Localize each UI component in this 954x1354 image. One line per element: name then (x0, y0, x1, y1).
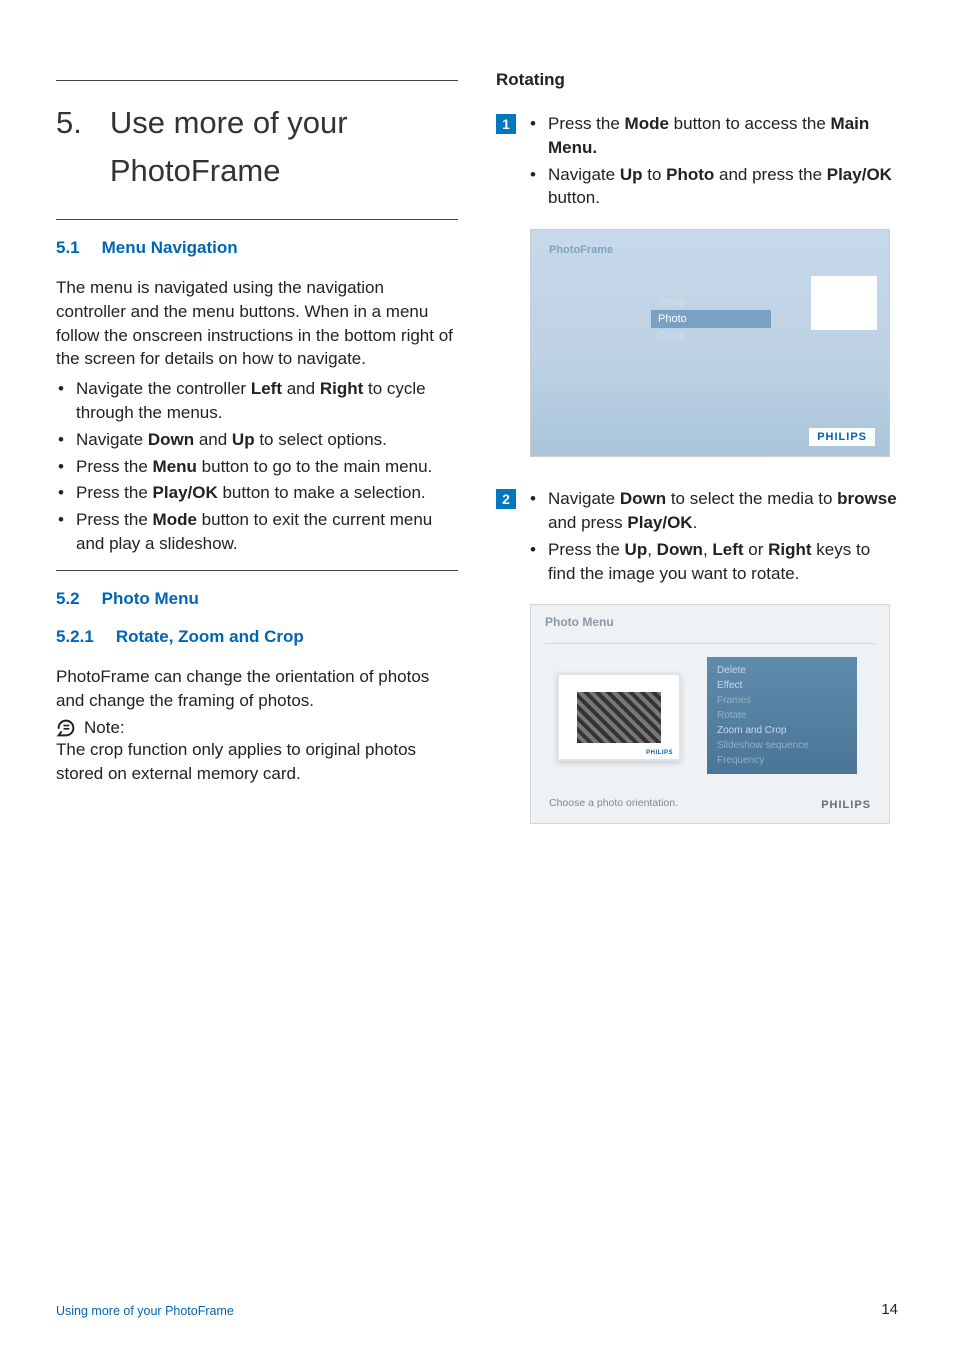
ss1-menu-setup: Setup (651, 294, 771, 310)
chapter-title: Use more of your PhotoFrame (110, 99, 458, 195)
step-2-bullets: Navigate Down to select the media to bro… (528, 487, 898, 588)
footer-section-title: Using more of your PhotoFrame (56, 1304, 234, 1318)
step-2-bullet-2: Press the Up, Down, Left or Right keys t… (528, 538, 898, 586)
rule-5-2 (56, 570, 458, 571)
ss2-menu-rotate: Rotate (707, 708, 857, 723)
ss2-hint: Choose a photo orientation. (549, 797, 678, 809)
footer-page-number: 14 (881, 1301, 898, 1318)
bullet-5-1-2: Navigate Down and Up to select options. (56, 428, 458, 452)
ss2-thumb-brand: PHILIPS (644, 750, 675, 756)
section-5-1-title: Menu Navigation (102, 238, 238, 258)
rule-top-left (56, 80, 458, 81)
step-1: 1 Press the Mode button to access the Ma… (496, 112, 898, 213)
rotating-heading: Rotating (496, 70, 898, 90)
step-1-bullet-1: Press the Mode button to access the Main… (528, 112, 898, 160)
chapter-heading: 5. Use more of your PhotoFrame (56, 99, 458, 195)
chapter-title-l1: Use more of your (110, 105, 348, 140)
ss1-logo: PHILIPS (809, 428, 875, 446)
step-2-marker: 2 (496, 489, 516, 509)
ss2-logo: PHILIPS (821, 799, 871, 811)
ss2-menu-delete: Delete (707, 663, 857, 678)
ss2-thumbnail-image (577, 692, 661, 742)
note-line: Note: (56, 718, 458, 738)
section-5-1-bullets: Navigate the controller Left and Right t… (56, 377, 458, 556)
ss2-title: Photo Menu (545, 615, 875, 629)
section-5-2-1-title: Rotate, Zoom and Crop (116, 627, 304, 647)
ss2-menu-effect: Effect (707, 678, 857, 693)
section-5-2-num: 5.2 (56, 589, 80, 609)
ss1-preview-pane (811, 276, 877, 330)
step-2-bullet-1: Navigate Down to select the media to bro… (528, 487, 898, 535)
step-1-bullets: Press the Mode button to access the Main… (528, 112, 898, 213)
section-5-2-heading: 5.2 Photo Menu (56, 589, 458, 609)
chapter-number: 5. (56, 99, 82, 195)
bullet-5-1-4: Press the Play/OK button to make a selec… (56, 481, 458, 505)
bullet-5-1-1: Navigate the controller Left and Right t… (56, 377, 458, 425)
ss2-thumbnail: PHILIPS (557, 673, 681, 761)
step-2: 2 Navigate Down to select the media to b… (496, 487, 898, 588)
ss2-menu-frequency: Frequency (707, 753, 857, 768)
bullet-5-1-5: Press the Mode button to exit the curren… (56, 508, 458, 556)
bullet-5-1-3: Press the Menu button to go to the main … (56, 455, 458, 479)
ss2-menu-frames: Frames (707, 693, 857, 708)
ss1-menu-clock: Clock (651, 328, 771, 344)
step-1-marker: 1 (496, 114, 516, 134)
note-body: The crop function only applies to origin… (56, 738, 458, 786)
chapter-title-l2: PhotoFrame (110, 153, 281, 188)
ss2-menu: Delete Effect Frames Rotate Zoom and Cro… (707, 657, 857, 774)
screenshot-photo-menu: Photo Menu PHILIPS Delete Effect Frames … (530, 604, 890, 824)
ss2-menu-slideshow: Slideshow sequence (707, 738, 857, 753)
note-label: Note: (84, 718, 125, 738)
ss1-menu: Setup Photo Clock (651, 294, 771, 344)
step-1-bullet-2: Navigate Up to Photo and press the Play/… (528, 163, 898, 211)
section-5-1-heading: 5.1 Menu Navigation (56, 238, 458, 258)
screenshot-main-menu: PhotoFrame Setup Photo Clock PHILIPS (530, 229, 890, 457)
section-5-2-1-p1: PhotoFrame can change the orientation of… (56, 665, 458, 713)
ss2-menu-zoom-crop: Zoom and Crop (707, 723, 857, 738)
section-5-2-1-heading: 5.2.1 Rotate, Zoom and Crop (56, 627, 458, 647)
ss1-menu-photo: Photo (651, 310, 771, 328)
section-5-1-num: 5.1 (56, 238, 80, 258)
note-icon (56, 719, 76, 737)
section-5-2-title: Photo Menu (102, 589, 199, 609)
section-5-1-intro: The menu is navigated using the navigati… (56, 276, 458, 371)
page-footer: Using more of your PhotoFrame 14 (56, 1301, 898, 1318)
rule-5-1 (56, 219, 458, 220)
ss2-rule (545, 643, 875, 644)
section-5-2-1-num: 5.2.1 (56, 627, 94, 647)
ss1-tab: PhotoFrame (541, 240, 621, 260)
